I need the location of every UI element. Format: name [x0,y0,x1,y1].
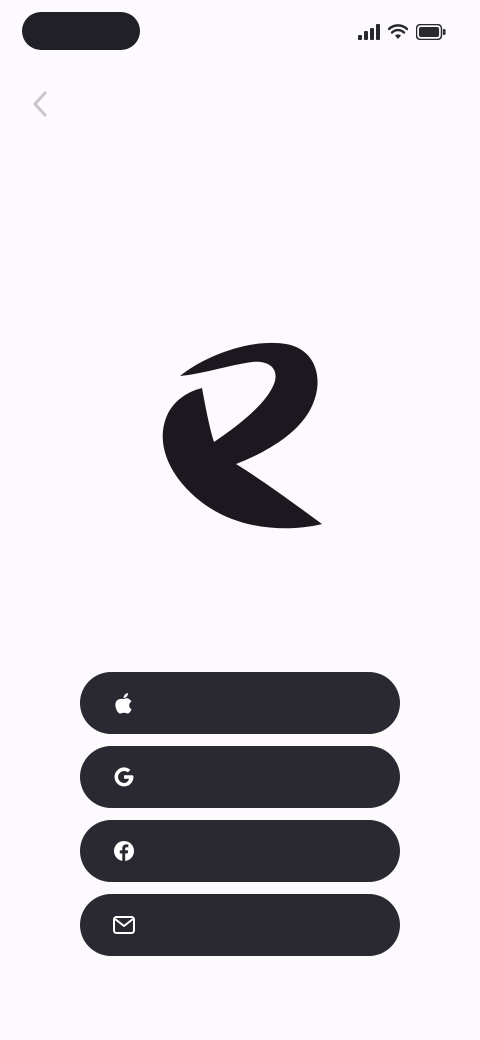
logo-mark [162,342,322,529]
facebook-icon [110,837,138,865]
signal-icon [358,24,380,40]
apple-icon [110,689,138,717]
back-button[interactable] [18,84,62,128]
login-screen [0,0,480,1040]
login-options [80,672,400,968]
continue-with-email-button[interactable] [80,894,400,956]
wifi-icon [388,24,408,40]
chevron-left-icon [32,91,48,122]
brand-logo [140,318,340,538]
email-icon [110,911,138,939]
continue-with-google-button[interactable] [80,746,400,808]
continue-with-facebook-button[interactable] [80,820,400,882]
battery-icon [416,24,446,40]
status-time-pill [22,12,140,50]
status-bar [0,0,480,64]
google-icon [110,763,138,791]
status-icons [358,20,446,44]
continue-with-apple-button[interactable] [80,672,400,734]
